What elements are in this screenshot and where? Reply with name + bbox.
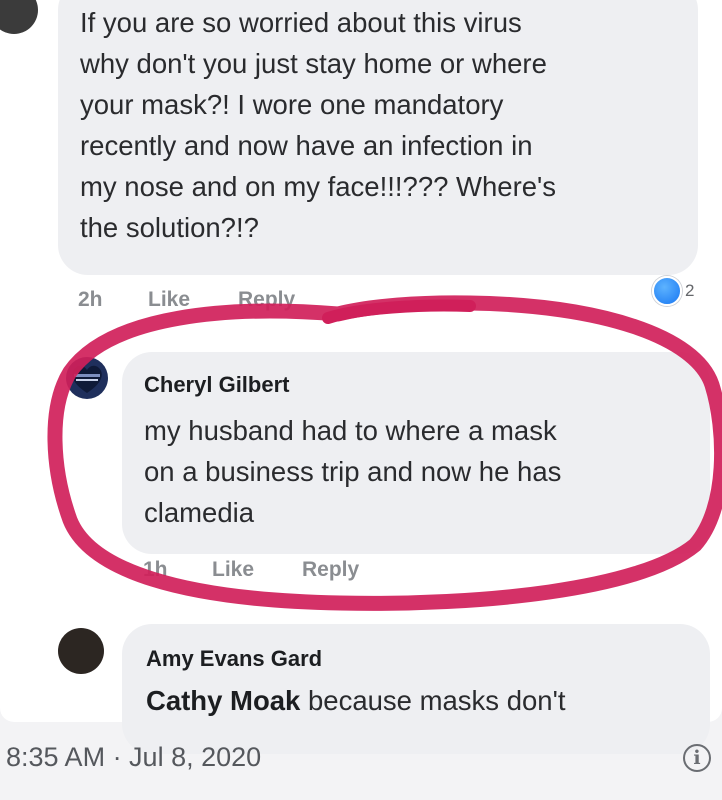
comment-line: If you are so worried about this virus (80, 7, 522, 38)
avatar[interactable] (66, 357, 108, 399)
reaction-badge-icon (652, 276, 682, 306)
comment-bubble: Amy Evans Gard Cathy Moak because masks … (122, 624, 710, 754)
comment-line: on a business trip and now he has (144, 456, 562, 487)
comment-text-fragment: because masks don't (300, 685, 566, 716)
comment-line: my husband had to where a mask (144, 415, 557, 446)
comment-line: clamedia (144, 497, 255, 528)
comment-thread: If you are so worried about this virus w… (0, 0, 722, 754)
comment-line: recently and now have an infection in (80, 130, 533, 161)
comment-line: why don't you just stay home or where (80, 48, 547, 79)
comment-actions: 1h Like Reply (0, 558, 722, 588)
comment-text: If you are so worried about this virus w… (80, 2, 690, 248)
reaction-summary[interactable]: 2 (652, 276, 694, 306)
reply-link[interactable]: Reply (302, 558, 359, 582)
comment-line: your mask?! I wore one mandatory (80, 89, 504, 120)
comment-time: 1h (143, 558, 168, 581)
info-icon[interactable]: i (683, 744, 711, 772)
comment-line: my nose and on my face!!!??? Where's (80, 171, 557, 202)
reaction-count: 2 (685, 281, 695, 300)
avatar-heart-icon (72, 365, 102, 393)
comment-text: Cathy Moak because masks don't (146, 680, 706, 721)
comment-line: the solution?!? (80, 212, 259, 243)
mention-link[interactable]: Cathy Moak (146, 685, 300, 716)
like-link[interactable]: Like (148, 288, 190, 312)
comment-bubble: If you are so worried about this virus w… (58, 0, 698, 275)
like-link[interactable]: Like (212, 558, 254, 582)
avatar[interactable] (0, 0, 38, 34)
comment-author[interactable]: Amy Evans Gard (146, 646, 322, 672)
reply-link[interactable]: Reply (238, 288, 295, 312)
post-timestamp: 8:35 AM · Jul 8, 2020 (6, 742, 262, 772)
comment-actions: 2h Like Reply (0, 288, 722, 318)
comment-author[interactable]: Cheryl Gilbert (144, 372, 289, 398)
avatar[interactable] (58, 628, 104, 674)
comment-bubble: Cheryl Gilbert my husband had to where a… (122, 352, 710, 554)
comment-text: my husband had to where a mask on a busi… (144, 410, 704, 533)
comment-time: 2h (78, 288, 103, 311)
